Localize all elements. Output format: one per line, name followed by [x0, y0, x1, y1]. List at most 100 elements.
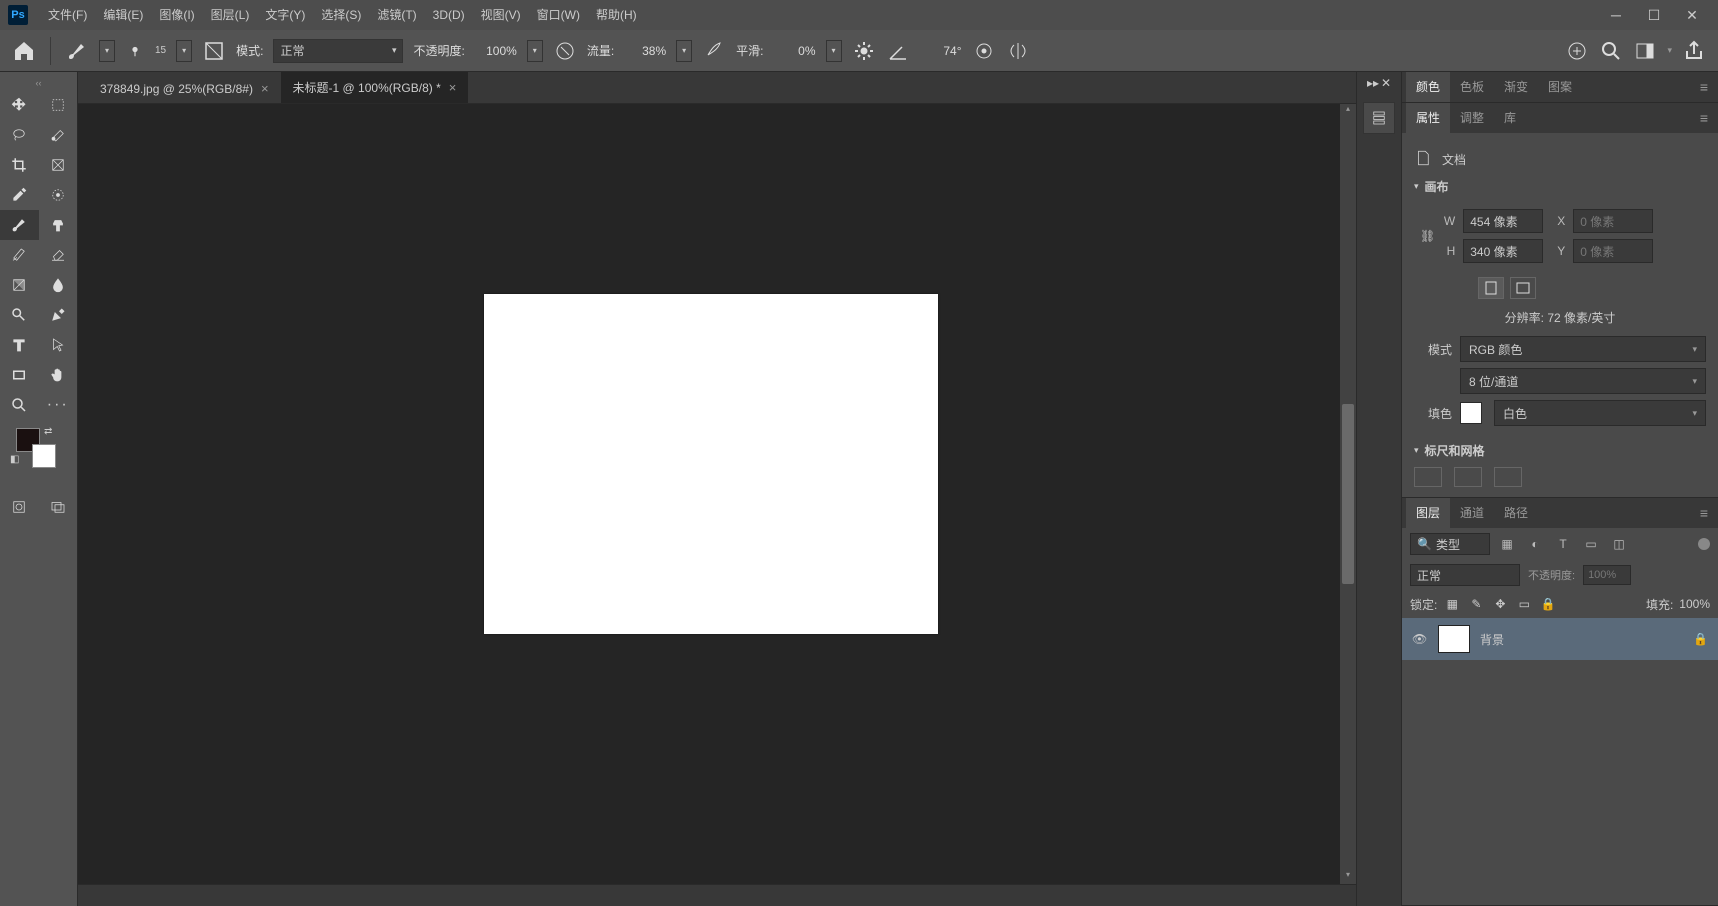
tab-library[interactable]: 库 [1494, 103, 1526, 133]
brush-tool[interactable] [0, 210, 39, 240]
canvas[interactable] [484, 294, 938, 634]
flow-dropdown[interactable]: ▾ [676, 40, 692, 62]
filter-smart-icon[interactable]: ◫ [1608, 533, 1630, 555]
menu-window[interactable]: 窗口(W) [529, 0, 588, 30]
menu-3d[interactable]: 3D(D) [425, 0, 473, 30]
tab-properties[interactable]: 属性 [1406, 103, 1450, 133]
colormode-select[interactable]: RGB 颜色 [1460, 336, 1706, 362]
pen-tool[interactable] [39, 300, 78, 330]
menu-filter[interactable]: 滤镜(T) [369, 0, 424, 30]
hand-tool[interactable] [39, 360, 78, 390]
lock-icon[interactable]: 🔒 [1693, 632, 1708, 646]
visibility-icon[interactable]: 👁 [1412, 632, 1428, 646]
document-tab-1[interactable]: 378849.jpg @ 25%(RGB/8#)× [88, 74, 281, 103]
filter-pixel-icon[interactable]: ▦ [1496, 533, 1518, 555]
swap-colors-icon[interactable]: ⇄ [44, 426, 52, 437]
frame-tool[interactable] [39, 150, 78, 180]
portrait-icon[interactable] [1478, 277, 1504, 299]
rulers-section-header[interactable]: ▾ 标尺和网格 [1414, 442, 1706, 459]
brush-size-dropdown[interactable]: ▾ [176, 40, 192, 62]
menu-file[interactable]: 文件(F) [40, 0, 95, 30]
menu-help[interactable]: 帮助(H) [588, 0, 645, 30]
dodge-tool[interactable] [0, 300, 39, 330]
gradient-tool[interactable] [0, 270, 39, 300]
menu-select[interactable]: 选择(S) [313, 0, 369, 30]
more-tools[interactable]: ··· [39, 390, 78, 420]
brush-size-value[interactable]: 15 [155, 45, 166, 56]
tool-preset-dropdown[interactable]: ▾ [99, 40, 115, 62]
lock-all-icon[interactable]: 🔒 [1539, 595, 1557, 613]
smoothing-dropdown[interactable]: ▾ [826, 40, 842, 62]
panel-menu-icon[interactable]: ≡ [1694, 79, 1714, 95]
lock-pixels-icon[interactable]: ▦ [1443, 595, 1461, 613]
vertical-scrollbar[interactable]: ▴ ▾ [1340, 104, 1356, 884]
tab-paths[interactable]: 路径 [1494, 498, 1538, 528]
healing-tool[interactable] [39, 180, 78, 210]
filter-shape-icon[interactable]: ▭ [1580, 533, 1602, 555]
airbrush-icon[interactable] [702, 39, 726, 63]
layer-name[interactable]: 背景 [1480, 631, 1504, 648]
canvas-section-header[interactable]: ▾ 画布 [1414, 178, 1706, 195]
history-panel-icon[interactable] [1363, 102, 1395, 134]
filter-adjust-icon[interactable]: ◐ [1524, 533, 1546, 555]
clone-stamp-tool[interactable] [39, 210, 78, 240]
tab-adjustments[interactable]: 调整 [1450, 103, 1494, 133]
brush-settings-icon[interactable] [202, 39, 226, 63]
zoom-tool[interactable] [0, 390, 39, 420]
maximize-button[interactable]: ☐ [1644, 5, 1664, 25]
rectangle-tool[interactable] [0, 360, 39, 390]
height-field[interactable]: 340 像素 [1463, 239, 1543, 263]
menu-image[interactable]: 图像(I) [151, 0, 202, 30]
menu-view[interactable]: 视图(V) [473, 0, 529, 30]
panel-menu-icon[interactable]: ≡ [1694, 505, 1714, 521]
default-colors-icon[interactable]: ◧ [10, 454, 19, 465]
width-field[interactable]: 454 像素 [1463, 209, 1543, 233]
lock-paint-icon[interactable]: ✎ [1467, 595, 1485, 613]
filter-toggle[interactable] [1698, 538, 1710, 550]
menu-edit[interactable]: 编辑(E) [95, 0, 151, 30]
eyedropper-tool[interactable] [0, 180, 39, 210]
bitdepth-select[interactable]: 8 位/通道 [1460, 368, 1706, 394]
pressure-size-icon[interactable] [972, 39, 996, 63]
layer-row[interactable]: 👁 背景 🔒 [1402, 618, 1718, 660]
smoothing-value[interactable]: 0% [774, 44, 816, 58]
background-color[interactable] [32, 444, 56, 468]
y-field[interactable]: 0 像素 [1573, 239, 1653, 263]
brush-tool-icon[interactable] [65, 39, 89, 63]
fill-color-swatch[interactable] [1460, 402, 1482, 424]
tab-gradients[interactable]: 渐变 [1494, 72, 1538, 102]
tab-channels[interactable]: 通道 [1450, 498, 1494, 528]
scroll-down-arrow[interactable]: ▾ [1340, 870, 1356, 884]
tab-swatches[interactable]: 色板 [1450, 72, 1494, 102]
pressure-opacity-icon[interactable] [553, 39, 577, 63]
menu-layer[interactable]: 图层(L) [203, 0, 258, 30]
layer-filter-select[interactable]: 🔍类型 [1410, 533, 1490, 555]
close-tab-icon[interactable]: × [449, 80, 457, 95]
path-select-tool[interactable] [39, 330, 78, 360]
history-brush-tool[interactable] [0, 240, 39, 270]
panel-expand-icon[interactable]: ▸▸✕ [1367, 76, 1391, 90]
symmetry-icon[interactable] [1006, 39, 1030, 63]
toolbox-collapse[interactable]: ‹‹ [0, 76, 77, 90]
filter-type-icon[interactable]: T [1552, 533, 1574, 555]
blend-mode-select[interactable]: 正常▾ [273, 39, 403, 63]
x-field[interactable]: 0 像素 [1573, 209, 1653, 233]
link-wh-icon[interactable]: ⛓ [1420, 229, 1435, 243]
type-tool[interactable] [0, 330, 39, 360]
layer-thumbnail[interactable] [1438, 625, 1470, 653]
tab-patterns[interactable]: 图案 [1538, 72, 1582, 102]
smoothing-gear-icon[interactable] [852, 39, 876, 63]
layer-opacity-value[interactable]: 100% [1583, 565, 1631, 585]
tab-color[interactable]: 颜色 [1406, 72, 1450, 102]
landscape-icon[interactable] [1510, 277, 1536, 299]
workspace-dropdown[interactable]: ▾ [1667, 45, 1672, 56]
crop-tool[interactable] [0, 150, 39, 180]
flow-value[interactable]: 38% [624, 44, 666, 58]
fill-select[interactable]: 白色 [1494, 400, 1706, 426]
layer-blend-select[interactable]: 正常 [1410, 564, 1520, 586]
quick-select-tool[interactable] [39, 120, 78, 150]
lasso-tool[interactable] [0, 120, 39, 150]
move-tool[interactable] [0, 90, 39, 120]
eraser-tool[interactable] [39, 240, 78, 270]
search-icon[interactable] [1599, 39, 1623, 63]
